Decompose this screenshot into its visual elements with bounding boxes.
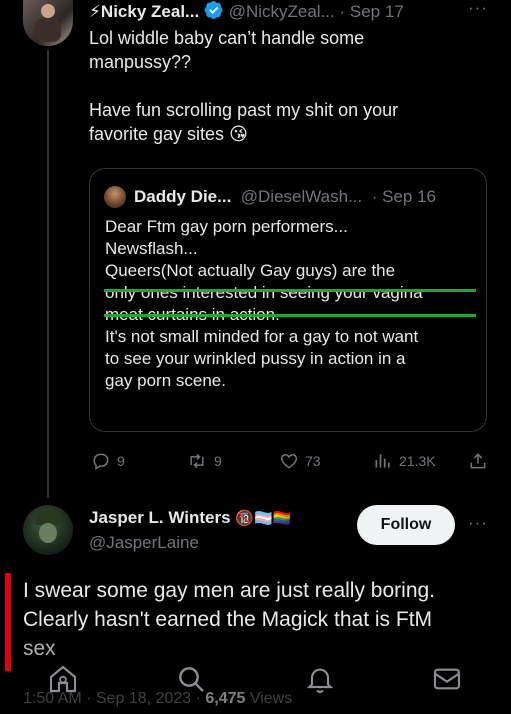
quote-separator: ·	[371, 187, 378, 206]
tweet1-separator: ·	[339, 2, 346, 21]
home-icon[interactable]	[47, 663, 79, 700]
views-button[interactable]: 21.3K	[373, 451, 436, 471]
quote-text-line: Newsflash...	[105, 239, 198, 258]
tweet1-avatar[interactable]	[23, 0, 73, 46]
follow-button[interactable]: Follow	[357, 505, 455, 545]
quote-text-line: to see your wrinkled pussy in action in …	[105, 349, 406, 368]
share-icon	[470, 453, 486, 469]
red-annotation-bar	[5, 573, 11, 671]
highlight-underline	[104, 314, 476, 317]
tweet1-text-line: manpussy??	[89, 52, 192, 72]
tweet2-avatar[interactable]	[23, 505, 73, 555]
repost-icon	[190, 453, 204, 469]
repost-count: 9	[214, 453, 222, 469]
tweet1-handle[interactable]: @NickyZeal...	[229, 2, 335, 21]
messages-icon[interactable]	[431, 663, 463, 700]
views-count: 21.3K	[399, 453, 436, 469]
tweet1-text-line: favorite gay sites 😘	[89, 124, 248, 144]
tweet1-text-line: Lol widdle baby can’t handle some	[89, 28, 365, 48]
views-icon	[375, 454, 390, 468]
tweet1-date[interactable]: Sep 17	[350, 2, 404, 21]
thread-connector-line	[47, 50, 49, 498]
notifications-icon[interactable]	[304, 663, 336, 700]
like-button[interactable]: 73	[279, 451, 321, 471]
reply-icon	[93, 453, 109, 470]
tweet2-text-line: sex	[23, 637, 56, 660]
tweet2-display-name[interactable]: Jasper L. Winters	[89, 508, 231, 527]
quote-text-line: gay porn scene.	[105, 371, 226, 390]
tweet1-more-button[interactable]: ···	[468, 0, 488, 18]
tweet2-more-button[interactable]: ···	[468, 513, 488, 533]
quote-date: Sep 16	[382, 187, 437, 206]
tweet2-handle[interactable]: @JasperLaine	[89, 533, 199, 553]
share-button[interactable]	[468, 451, 488, 471]
reply-count: 9	[117, 453, 125, 469]
tweet2-text-line: Clearly hasn't earned the Magick that is…	[23, 608, 433, 631]
quoted-tweet-card[interactable]: Daddy Die... @DieselWash... · Sep 16 Dea…	[89, 168, 487, 432]
tweet2-text-line: I swear some gay men are just really bor…	[23, 579, 436, 602]
like-count: 73	[305, 453, 321, 469]
verified-icon	[204, 0, 224, 25]
repost-button[interactable]: 9	[186, 451, 222, 471]
quote-display-name: Daddy Die...	[134, 187, 232, 206]
quote-avatar[interactable]	[104, 186, 126, 208]
quote-text-line: Dear Ftm gay porn performers...	[105, 217, 348, 236]
quote-text-line: only ones interested in seeing your vagi…	[105, 283, 423, 302]
tweet2-badges: 🔞🏳️‍⚧️🏳️‍🌈	[235, 510, 292, 527]
reply-button[interactable]: 9	[91, 451, 125, 471]
tweet1-text-line: Have fun scrolling past my shit on your	[89, 100, 399, 120]
search-icon[interactable]	[175, 663, 207, 700]
quote-text-line: Queers(Not actually Gay guys) are the	[105, 261, 396, 280]
tweet1-display-name[interactable]: ⚡Nicky Zeal...	[89, 2, 199, 21]
quote-text-line: It's not small minded for a gay to not w…	[105, 327, 419, 346]
quote-handle: @DieselWash...	[240, 187, 363, 206]
highlight-underline	[104, 289, 476, 292]
like-icon	[280, 453, 298, 469]
